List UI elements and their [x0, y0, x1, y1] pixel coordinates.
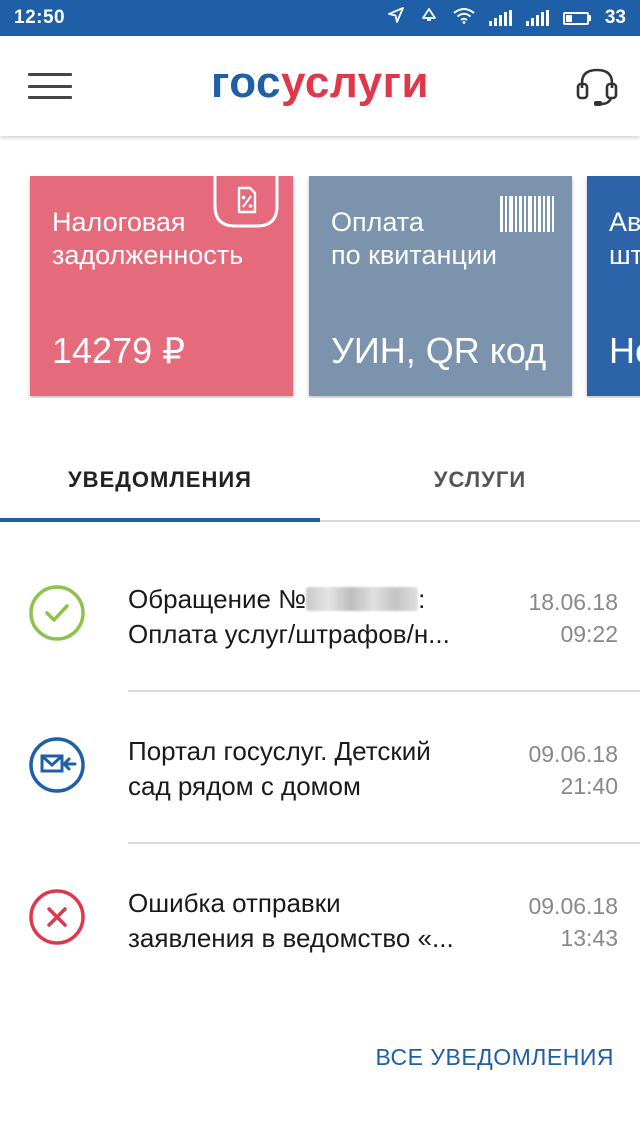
- list-item[interactable]: Ошибка отправки заявления в ведомство «.…: [0, 844, 640, 996]
- headset-icon[interactable]: [574, 62, 620, 108]
- battery-level: 33: [604, 7, 626, 28]
- redacted-number: [306, 587, 419, 611]
- app-bar: госуслуги: [0, 36, 640, 136]
- notification-text: Ошибка отправки заявления в ведомство «.…: [128, 888, 454, 953]
- wifi-icon: [453, 7, 475, 30]
- signal-icon: [488, 10, 512, 26]
- gosuslugi-logo: госуслуги: [210, 58, 430, 107]
- list-item[interactable]: Портал госуслуг. Детский сад рядом с дом…: [0, 692, 640, 844]
- card-title: Ав шт: [609, 207, 640, 270]
- incoming-mail-icon: [29, 737, 85, 793]
- navigation-arrow-icon: [387, 6, 405, 30]
- card-value: УИН, QR код: [331, 330, 547, 371]
- all-notifications-link[interactable]: ВСЕ УВЕДОМЛЕНИЯ: [375, 1044, 614, 1071]
- card-value: Не: [609, 330, 640, 371]
- notifications-list: Обращение №: Оплата услуг/штрафов/н... 1…: [0, 540, 640, 996]
- quick-actions-carousel[interactable]: Налоговая задолженность 14279 ₽ Оплата по …: [0, 176, 640, 398]
- notification-text: Портал госуслуг. Детский сад рядом с дом…: [128, 736, 431, 801]
- status-bar: 12:50 33: [0, 0, 640, 36]
- card-value: 14279 ₽: [52, 330, 186, 371]
- fines-card[interactable]: Авшт Не: [587, 176, 640, 396]
- status-time: 12:50: [14, 7, 66, 28]
- notification-text: Обращение №: Оплата услуг/штрафов/н...: [128, 584, 450, 649]
- notification-date: 18.06.18 09:22: [528, 589, 618, 647]
- battery-icon: [562, 11, 591, 25]
- list-item[interactable]: Обращение №: Оплата услуг/штрафов/н... 1…: [0, 540, 640, 692]
- receipt-payment-card[interactable]: Оплата по квитанции УИН, QR код: [309, 176, 572, 396]
- tab-bar: УВЕДОМЛЕНИЯ УСЛУГИ: [0, 440, 640, 522]
- tax-debt-card[interactable]: Налоговая задолженность 14279 ₽: [30, 176, 293, 396]
- notification-icon: [419, 6, 439, 30]
- tax-document-icon: [213, 176, 279, 228]
- tab-services[interactable]: УСЛУГИ: [320, 440, 640, 520]
- tab-notifications[interactable]: УВЕДОМЛЕНИЯ: [0, 440, 320, 522]
- notification-date: 09.06.18 21:40: [528, 741, 618, 799]
- error-circle-icon: [29, 889, 85, 945]
- signal-icon: [525, 10, 549, 26]
- notification-date: 09.06.18 13:43: [528, 893, 618, 951]
- barcode-icon: [500, 196, 558, 232]
- check-circle-icon: [29, 585, 85, 641]
- status-icons: 33: [387, 6, 626, 30]
